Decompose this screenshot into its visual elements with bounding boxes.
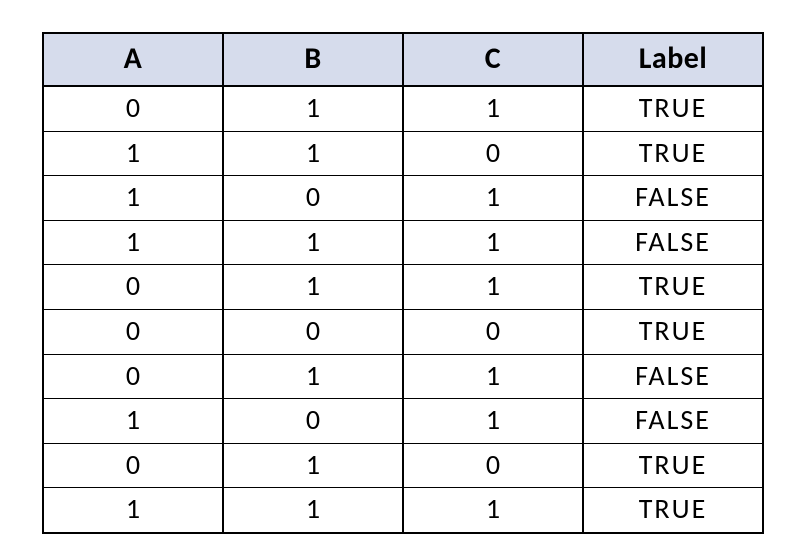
table-cell: 0 bbox=[403, 131, 583, 176]
table-cell: 0 bbox=[223, 399, 403, 444]
table-cell: 0 bbox=[223, 176, 403, 221]
table-cell: 1 bbox=[43, 176, 223, 221]
table-cell: 1 bbox=[403, 399, 583, 444]
table-cell: 1 bbox=[43, 488, 223, 533]
table-row: 101FALSE bbox=[43, 176, 763, 221]
table-row: 011TRUE bbox=[43, 86, 763, 131]
table-row: 011TRUE bbox=[43, 265, 763, 310]
table-cell: 1 bbox=[403, 220, 583, 265]
col-header-b: B bbox=[223, 33, 403, 86]
table-cell: 0 bbox=[223, 309, 403, 354]
table-cell: 1 bbox=[403, 354, 583, 399]
table-cell: 0 bbox=[43, 309, 223, 354]
table-cell: 1 bbox=[403, 265, 583, 310]
col-header-label: Label bbox=[583, 33, 763, 86]
table-cell: FALSE bbox=[583, 354, 763, 399]
table-cell: TRUE bbox=[583, 309, 763, 354]
table-cell: TRUE bbox=[583, 265, 763, 310]
table-cell: TRUE bbox=[583, 488, 763, 533]
table-cell: 1 bbox=[223, 265, 403, 310]
table-row: 011FALSE bbox=[43, 354, 763, 399]
table-cell: FALSE bbox=[583, 399, 763, 444]
table-cell: 1 bbox=[223, 131, 403, 176]
table-row: 000TRUE bbox=[43, 309, 763, 354]
table-cell: 1 bbox=[223, 488, 403, 533]
table-cell: 1 bbox=[223, 86, 403, 131]
table-cell: 1 bbox=[223, 220, 403, 265]
table-cell: TRUE bbox=[583, 131, 763, 176]
table-cell: 1 bbox=[403, 176, 583, 221]
table-cell: 1 bbox=[403, 86, 583, 131]
table-cell: 0 bbox=[43, 443, 223, 488]
table-cell: 1 bbox=[223, 443, 403, 488]
col-header-a: A bbox=[43, 33, 223, 86]
table-cell: 0 bbox=[43, 86, 223, 131]
table-cell: FALSE bbox=[583, 176, 763, 221]
table-cell: 0 bbox=[403, 309, 583, 354]
table-cell: TRUE bbox=[583, 86, 763, 131]
table-cell: 0 bbox=[43, 354, 223, 399]
data-table: A B C Label 011TRUE110TRUE101FALSE111FAL… bbox=[42, 32, 764, 534]
table-cell: FALSE bbox=[583, 220, 763, 265]
table-cell: 1 bbox=[403, 488, 583, 533]
table-row: 111TRUE bbox=[43, 488, 763, 533]
table-row: 110TRUE bbox=[43, 131, 763, 176]
table-body: 011TRUE110TRUE101FALSE111FALSE011TRUE000… bbox=[43, 86, 763, 533]
table-cell: 1 bbox=[43, 220, 223, 265]
table-cell: 0 bbox=[43, 265, 223, 310]
table-cell: 1 bbox=[223, 354, 403, 399]
col-header-c: C bbox=[403, 33, 583, 86]
table-row: 010TRUE bbox=[43, 443, 763, 488]
header-row: A B C Label bbox=[43, 33, 763, 86]
table-cell: 0 bbox=[403, 443, 583, 488]
table-cell: TRUE bbox=[583, 443, 763, 488]
table-cell: 1 bbox=[43, 131, 223, 176]
table-cell: 1 bbox=[43, 399, 223, 444]
table-row: 111FALSE bbox=[43, 220, 763, 265]
table-row: 101FALSE bbox=[43, 399, 763, 444]
